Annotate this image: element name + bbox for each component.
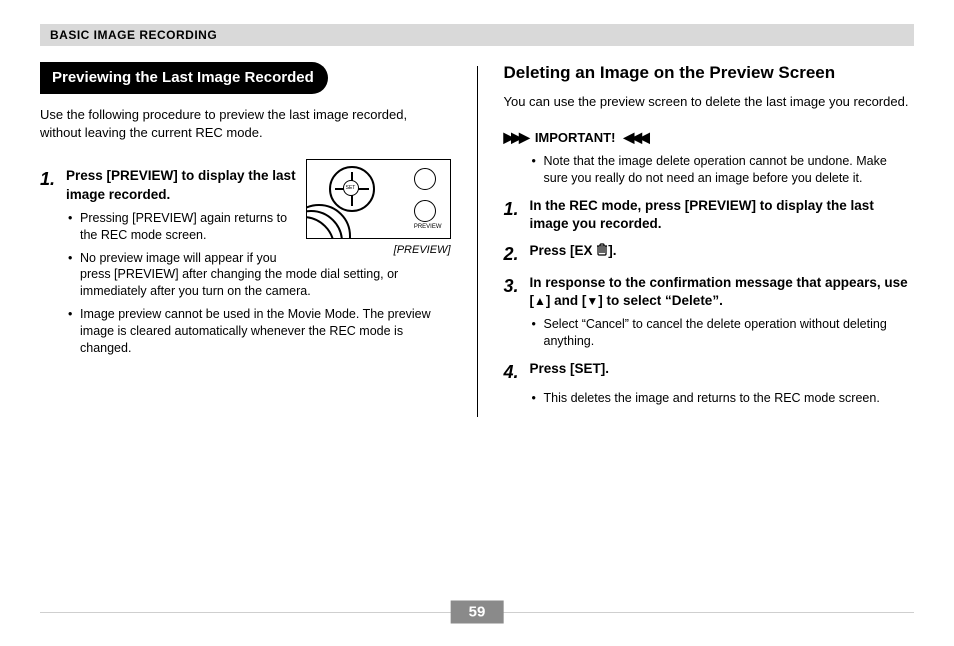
step-number: 4. <box>504 360 530 384</box>
step-text: Press [SET]. <box>530 360 915 384</box>
chevron-left-icon: ◀◀◀ <box>623 128 646 147</box>
right-step-1: 1. In the REC mode, press [PREVIEW] to d… <box>504 197 915 233</box>
step-number: 1. <box>40 167 66 203</box>
list-item: Pressing [PREVIEW] again returns to the … <box>68 210 451 244</box>
list-item: Note that the image delete operation can… <box>532 153 915 187</box>
important-bullets: Note that the image delete operation can… <box>532 153 915 187</box>
list-item: Select “Cancel” to cancel the delete ope… <box>532 316 915 350</box>
page-footer: 59 <box>40 600 914 624</box>
important-label: IMPORTANT! <box>535 129 616 147</box>
manual-page: BASIC IMAGE RECORDING Previewing the Las… <box>0 0 954 646</box>
step-number: 1. <box>504 197 530 233</box>
right-step-4: 4. Press [SET]. <box>504 360 915 384</box>
right-section-title: Deleting an Image on the Preview Screen <box>504 62 915 85</box>
step-text: In the REC mode, press [PREVIEW] to disp… <box>530 197 915 233</box>
step-number: 2. <box>504 242 530 266</box>
list-item: No preview image will appear if you pres… <box>68 250 451 301</box>
step-number: 3. <box>504 274 530 310</box>
list-item: This deletes the image and returns to th… <box>532 390 915 407</box>
topic-pill: Previewing the Last Image Recorded <box>40 62 328 94</box>
set-button-graphic: SET <box>343 180 359 196</box>
trash-icon <box>596 242 608 256</box>
step-text: Press [EX ]. <box>530 242 915 266</box>
right-step-4-bullets: This deletes the image and returns to th… <box>532 390 915 407</box>
right-step-2: 2. Press [EX ]. <box>504 242 915 266</box>
important-heading: ▶▶▶ IMPORTANT! ◀◀◀ <box>504 128 915 147</box>
right-column: Deleting an Image on the Preview Screen … <box>478 62 915 417</box>
right-intro-text: You can use the preview screen to delete… <box>504 93 915 111</box>
left-step-1-bullets: Pressing [PREVIEW] again returns to the … <box>68 210 451 357</box>
right-step-3: 3. In response to the confirmation messa… <box>504 274 915 310</box>
left-step-1: 1. Press [PREVIEW] to display the last i… <box>40 167 298 203</box>
section-header: BASIC IMAGE RECORDING <box>40 24 914 46</box>
left-column: Previewing the Last Image Recorded Use t… <box>40 62 477 417</box>
right-step-3-bullets: Select “Cancel” to cancel the delete ope… <box>532 316 915 350</box>
step-text: In response to the confirmation message … <box>530 274 915 310</box>
left-intro-text: Use the following procedure to preview t… <box>40 106 451 141</box>
step-1-block: SET PREVIEW [PREVIEW] 1. Press [PREVIEW]… <box>40 159 451 366</box>
list-item: Image preview cannot be used in the Movi… <box>68 306 451 357</box>
step-text: Press [PREVIEW] to display the last imag… <box>66 167 298 203</box>
chevron-right-icon: ▶▶▶ <box>504 128 527 147</box>
triangle-down-icon: ▼ <box>586 295 598 307</box>
page-number: 59 <box>451 601 504 624</box>
two-column-layout: Previewing the Last Image Recorded Use t… <box>40 62 914 417</box>
triangle-up-icon: ▲ <box>534 295 546 307</box>
